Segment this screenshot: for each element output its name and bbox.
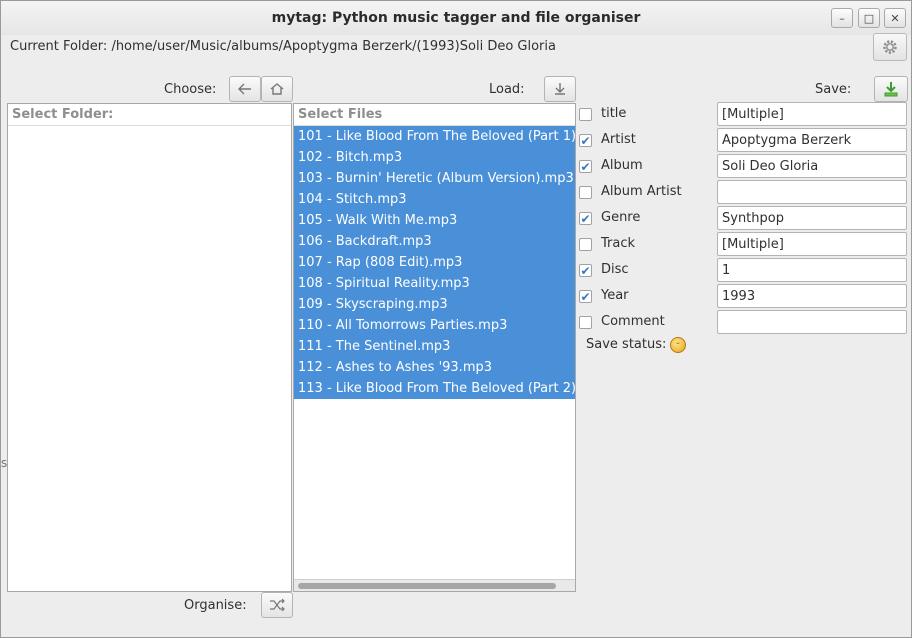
tag-row: ✔ Album	[579, 154, 909, 180]
tag-row: ✔ Disc	[579, 258, 909, 284]
back-button[interactable]	[229, 76, 261, 102]
save-button[interactable]	[874, 76, 908, 102]
tag-value-field[interactable]	[717, 232, 907, 256]
tag-label: Disc	[601, 262, 629, 277]
tag-value-field[interactable]	[717, 206, 907, 230]
tag-label: Album	[601, 158, 643, 173]
titlebar: mytag: Python music tagger and file orga…	[1, 1, 911, 35]
maximize-icon: □	[863, 11, 875, 25]
tag-checkbox[interactable]: ✔	[579, 134, 592, 147]
tag-checkbox[interactable]: ✔	[579, 264, 592, 277]
tag-row: ✔ Artist	[579, 128, 909, 154]
files-panel-header: Select Files	[294, 104, 575, 126]
tag-row: Track	[579, 232, 909, 258]
file-list-item[interactable]: 111 - The Sentinel.mp3	[294, 336, 575, 357]
window-title: mytag: Python music tagger and file orga…	[271, 10, 641, 26]
tag-checkbox[interactable]: ✔	[579, 290, 592, 303]
close-icon: ✕	[890, 11, 900, 25]
tag-label: Comment	[601, 314, 665, 329]
scrollbar-thumb[interactable]	[298, 583, 556, 589]
settings-button[interactable]	[873, 33, 907, 61]
tag-row: title	[579, 102, 909, 128]
tag-checkbox[interactable]	[579, 316, 592, 329]
file-list-item[interactable]: 108 - Spiritual Reality.mp3	[294, 273, 575, 294]
close-button[interactable]: ✕	[884, 8, 906, 28]
tag-value-field[interactable]	[717, 258, 907, 282]
home-icon	[270, 83, 284, 95]
current-folder-path: /home/user/Music/albums/Apoptygma Berzer…	[111, 39, 556, 54]
file-list-item[interactable]: 110 - All Tomorrows Parties.mp3	[294, 315, 575, 336]
file-list[interactable]: 101 - Like Blood From The Beloved (Part …	[294, 126, 575, 399]
main-window: mytag: Python music tagger and file orga…	[0, 0, 912, 638]
tag-label: Year	[601, 288, 629, 303]
file-list-item[interactable]: 106 - Backdraft.mp3	[294, 231, 575, 252]
tag-value-field[interactable]	[717, 180, 907, 204]
load-button[interactable]	[544, 76, 576, 102]
tag-checkbox[interactable]: ✔	[579, 212, 592, 225]
tag-row: Comment	[579, 310, 909, 336]
save-status-label: Save status:	[586, 337, 667, 352]
horizontal-scrollbar[interactable]	[294, 579, 575, 591]
load-icon	[555, 83, 565, 95]
tag-checkbox[interactable]	[579, 238, 592, 251]
files-panel[interactable]: Select Files 101 - Like Blood From The B…	[293, 103, 576, 592]
tag-value-field[interactable]	[717, 284, 907, 308]
tag-row: Album Artist	[579, 180, 909, 206]
maximize-button[interactable]: □	[858, 8, 880, 28]
shuffle-icon	[270, 598, 285, 612]
current-folder-label: Current Folder:	[10, 39, 108, 54]
home-button[interactable]	[261, 76, 293, 102]
tag-label: Artist	[601, 132, 636, 147]
file-list-item[interactable]: 112 - Ashes to Ashes '93.mp3	[294, 357, 575, 378]
file-list-item[interactable]: 104 - Stitch.mp3	[294, 189, 575, 210]
tag-value-field[interactable]	[717, 310, 907, 334]
tag-row: ✔ Year	[579, 284, 909, 310]
back-arrow-icon	[238, 83, 251, 95]
file-list-item[interactable]: 113 - Like Blood From The Beloved (Part …	[294, 378, 575, 399]
folder-panel-header: Select Folder:	[8, 104, 291, 126]
folder-panel[interactable]: Select Folder:	[7, 103, 292, 592]
tag-label: Genre	[601, 210, 641, 225]
smiley-icon: ᵕ	[670, 337, 686, 353]
file-list-item[interactable]: 101 - Like Blood From The Beloved (Part …	[294, 126, 575, 147]
file-list-item[interactable]: 107 - Rap (808 Edit).mp3	[294, 252, 575, 273]
tag-checkbox[interactable]: ✔	[579, 160, 592, 173]
tag-label: Track	[601, 236, 636, 251]
minimize-button[interactable]: –	[831, 8, 853, 28]
tag-value-field[interactable]	[717, 154, 907, 178]
edge-text: s	[1, 456, 8, 470]
tag-row: ✔ Genre	[579, 206, 909, 232]
choose-label: Choose:	[164, 82, 217, 97]
file-list-item[interactable]: 109 - Skyscraping.mp3	[294, 294, 575, 315]
organise-button[interactable]	[261, 592, 293, 618]
save-download-icon	[884, 82, 898, 97]
tag-value-field[interactable]	[717, 128, 907, 152]
current-folder: Current Folder: /home/user/Music/albums/…	[10, 39, 556, 54]
file-list-item[interactable]: 105 - Walk With Me.mp3	[294, 210, 575, 231]
tag-label: title	[601, 106, 627, 121]
organise-label: Organise:	[184, 598, 247, 613]
tag-label: Album Artist	[601, 184, 682, 199]
tag-checkbox[interactable]	[579, 186, 592, 199]
tag-checkbox[interactable]	[579, 108, 592, 121]
tag-value-field[interactable]	[717, 102, 907, 126]
minimize-icon: –	[839, 11, 845, 25]
load-label: Load:	[489, 82, 525, 97]
save-label: Save:	[815, 82, 852, 97]
file-list-item[interactable]: 103 - Burnin' Heretic (Album Version).mp…	[294, 168, 575, 189]
file-list-item[interactable]: 102 - Bitch.mp3	[294, 147, 575, 168]
gear-icon	[883, 40, 897, 54]
